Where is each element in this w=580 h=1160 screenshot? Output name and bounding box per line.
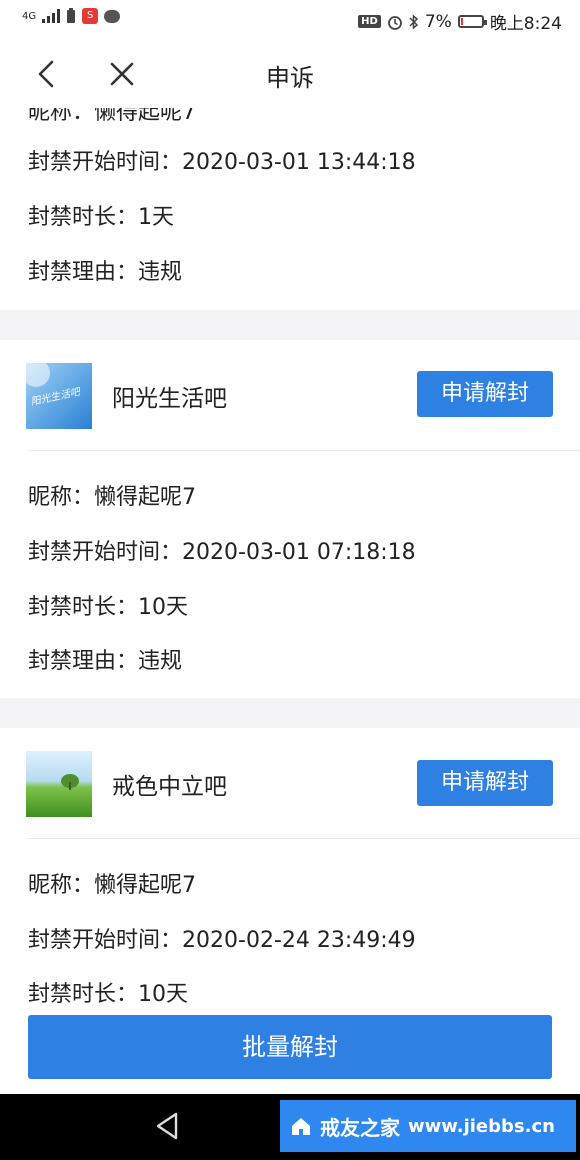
back-icon[interactable] xyxy=(30,56,66,92)
ban-reason-value: 违规 xyxy=(138,260,183,285)
bluetooth-icon xyxy=(409,13,418,30)
appeal-list[interactable]: 昵称：懒得起呢7 封禁开始时间：2020-03-01 13:44:18 封禁时长… xyxy=(0,108,580,1008)
watermark-text: 戒友之家 xyxy=(320,1115,400,1140)
ban-start-label: 封禁开始时间： xyxy=(28,928,183,953)
ban-reason-row: 封禁理由：违规 xyxy=(28,254,182,286)
alarm-icon xyxy=(387,15,402,30)
ban-start-row: 封禁开始时间：2020-02-24 23:49:49 xyxy=(28,922,416,954)
nickname-row: 昵称：懒得起呢7 xyxy=(28,867,196,899)
close-icon[interactable] xyxy=(104,56,140,92)
nickname-label: 昵称： xyxy=(28,485,95,510)
nickname-row: 昵称：懒得起呢7 xyxy=(28,479,196,511)
ban-reason-value: 违规 xyxy=(138,649,183,674)
nickname-value: 懒得起呢7 xyxy=(94,873,197,898)
forum-name[interactable]: 戒色中立吧 xyxy=(112,767,227,801)
status-bar: 4G S HD 7% 晚上8:24 xyxy=(0,0,580,40)
ban-duration-value: 1天 xyxy=(138,205,175,230)
ban-duration-label: 封禁时长： xyxy=(28,595,139,620)
ban-start-label: 封禁开始时间： xyxy=(28,150,183,175)
ban-start-value: 2020-03-01 07:18:18 xyxy=(182,540,416,565)
nickname-value: 懒得起呢7 xyxy=(94,485,197,510)
watermark-url: www.jiebbs.cn xyxy=(408,1115,555,1137)
batch-unban-button[interactable]: 批量解封 xyxy=(28,1015,552,1079)
forum-avatar xyxy=(26,751,92,817)
ban-start-value: 2020-02-24 23:49:49 xyxy=(182,928,416,953)
nickname-label: 昵称： xyxy=(28,873,95,898)
card-separator xyxy=(0,310,580,340)
ban-start-value: 2020-03-01 13:44:18 xyxy=(182,150,416,175)
ban-start-label: 封禁开始时间： xyxy=(28,540,183,565)
site-watermark: 戒友之家 www.jiebbs.cn xyxy=(280,1100,576,1152)
system-back-icon[interactable] xyxy=(150,1108,186,1144)
signal-icon xyxy=(42,9,61,23)
nickname-label: 昵称： xyxy=(28,108,95,125)
ban-duration-row: 封禁时长：10天 xyxy=(28,589,188,621)
ban-start-row: 封禁开始时间：2020-03-01 07:18:18 xyxy=(28,534,416,566)
ban-duration-label: 封禁时长： xyxy=(28,205,139,230)
nickname-value: 懒得起呢7 xyxy=(94,108,197,125)
ban-start-row: 封禁开始时间：2020-03-01 13:44:18 xyxy=(28,144,416,176)
forum-avatar: 阳光生活吧 xyxy=(26,363,92,429)
nickname-row: 昵称：懒得起呢7 xyxy=(28,108,196,126)
hd-badge: HD xyxy=(358,15,381,28)
battery-percent: 7% xyxy=(424,11,452,32)
forum-name[interactable]: 阳光生活吧 xyxy=(112,379,227,413)
ban-duration-value: 10天 xyxy=(138,982,189,1007)
status-right: HD 7% 晚上8:24 xyxy=(358,9,562,34)
ban-duration-value: 10天 xyxy=(138,595,189,620)
divider xyxy=(28,450,580,451)
meadow-forum-image xyxy=(26,751,92,817)
network-label: 4G xyxy=(22,10,37,22)
clock: 晚上8:24 xyxy=(489,14,562,34)
battery-saver-icon xyxy=(67,8,76,23)
card-separator xyxy=(0,698,580,728)
home-icon xyxy=(292,1118,310,1135)
divider xyxy=(28,838,580,839)
app-notification-icon: S xyxy=(82,8,99,24)
ban-reason-label: 封禁理由： xyxy=(28,649,139,674)
apply-unban-button[interactable]: 申请解封 xyxy=(417,371,553,417)
battery-icon xyxy=(457,15,487,28)
ban-reason-row: 封禁理由：违规 xyxy=(28,643,182,675)
ban-duration-row: 封禁时长：1天 xyxy=(28,199,174,231)
apply-unban-button[interactable]: 申请解封 xyxy=(417,760,553,806)
navigation-bar: 申诉 xyxy=(0,40,580,108)
status-left: 4G S xyxy=(22,8,121,24)
ban-duration-row: 封禁时长：10天 xyxy=(28,976,188,1008)
battery-level xyxy=(460,18,463,25)
ban-duration-label: 封禁时长： xyxy=(28,982,139,1007)
page-title: 申诉 xyxy=(266,64,314,92)
message-icon xyxy=(104,9,121,23)
ban-reason-label: 封禁理由： xyxy=(28,260,139,285)
